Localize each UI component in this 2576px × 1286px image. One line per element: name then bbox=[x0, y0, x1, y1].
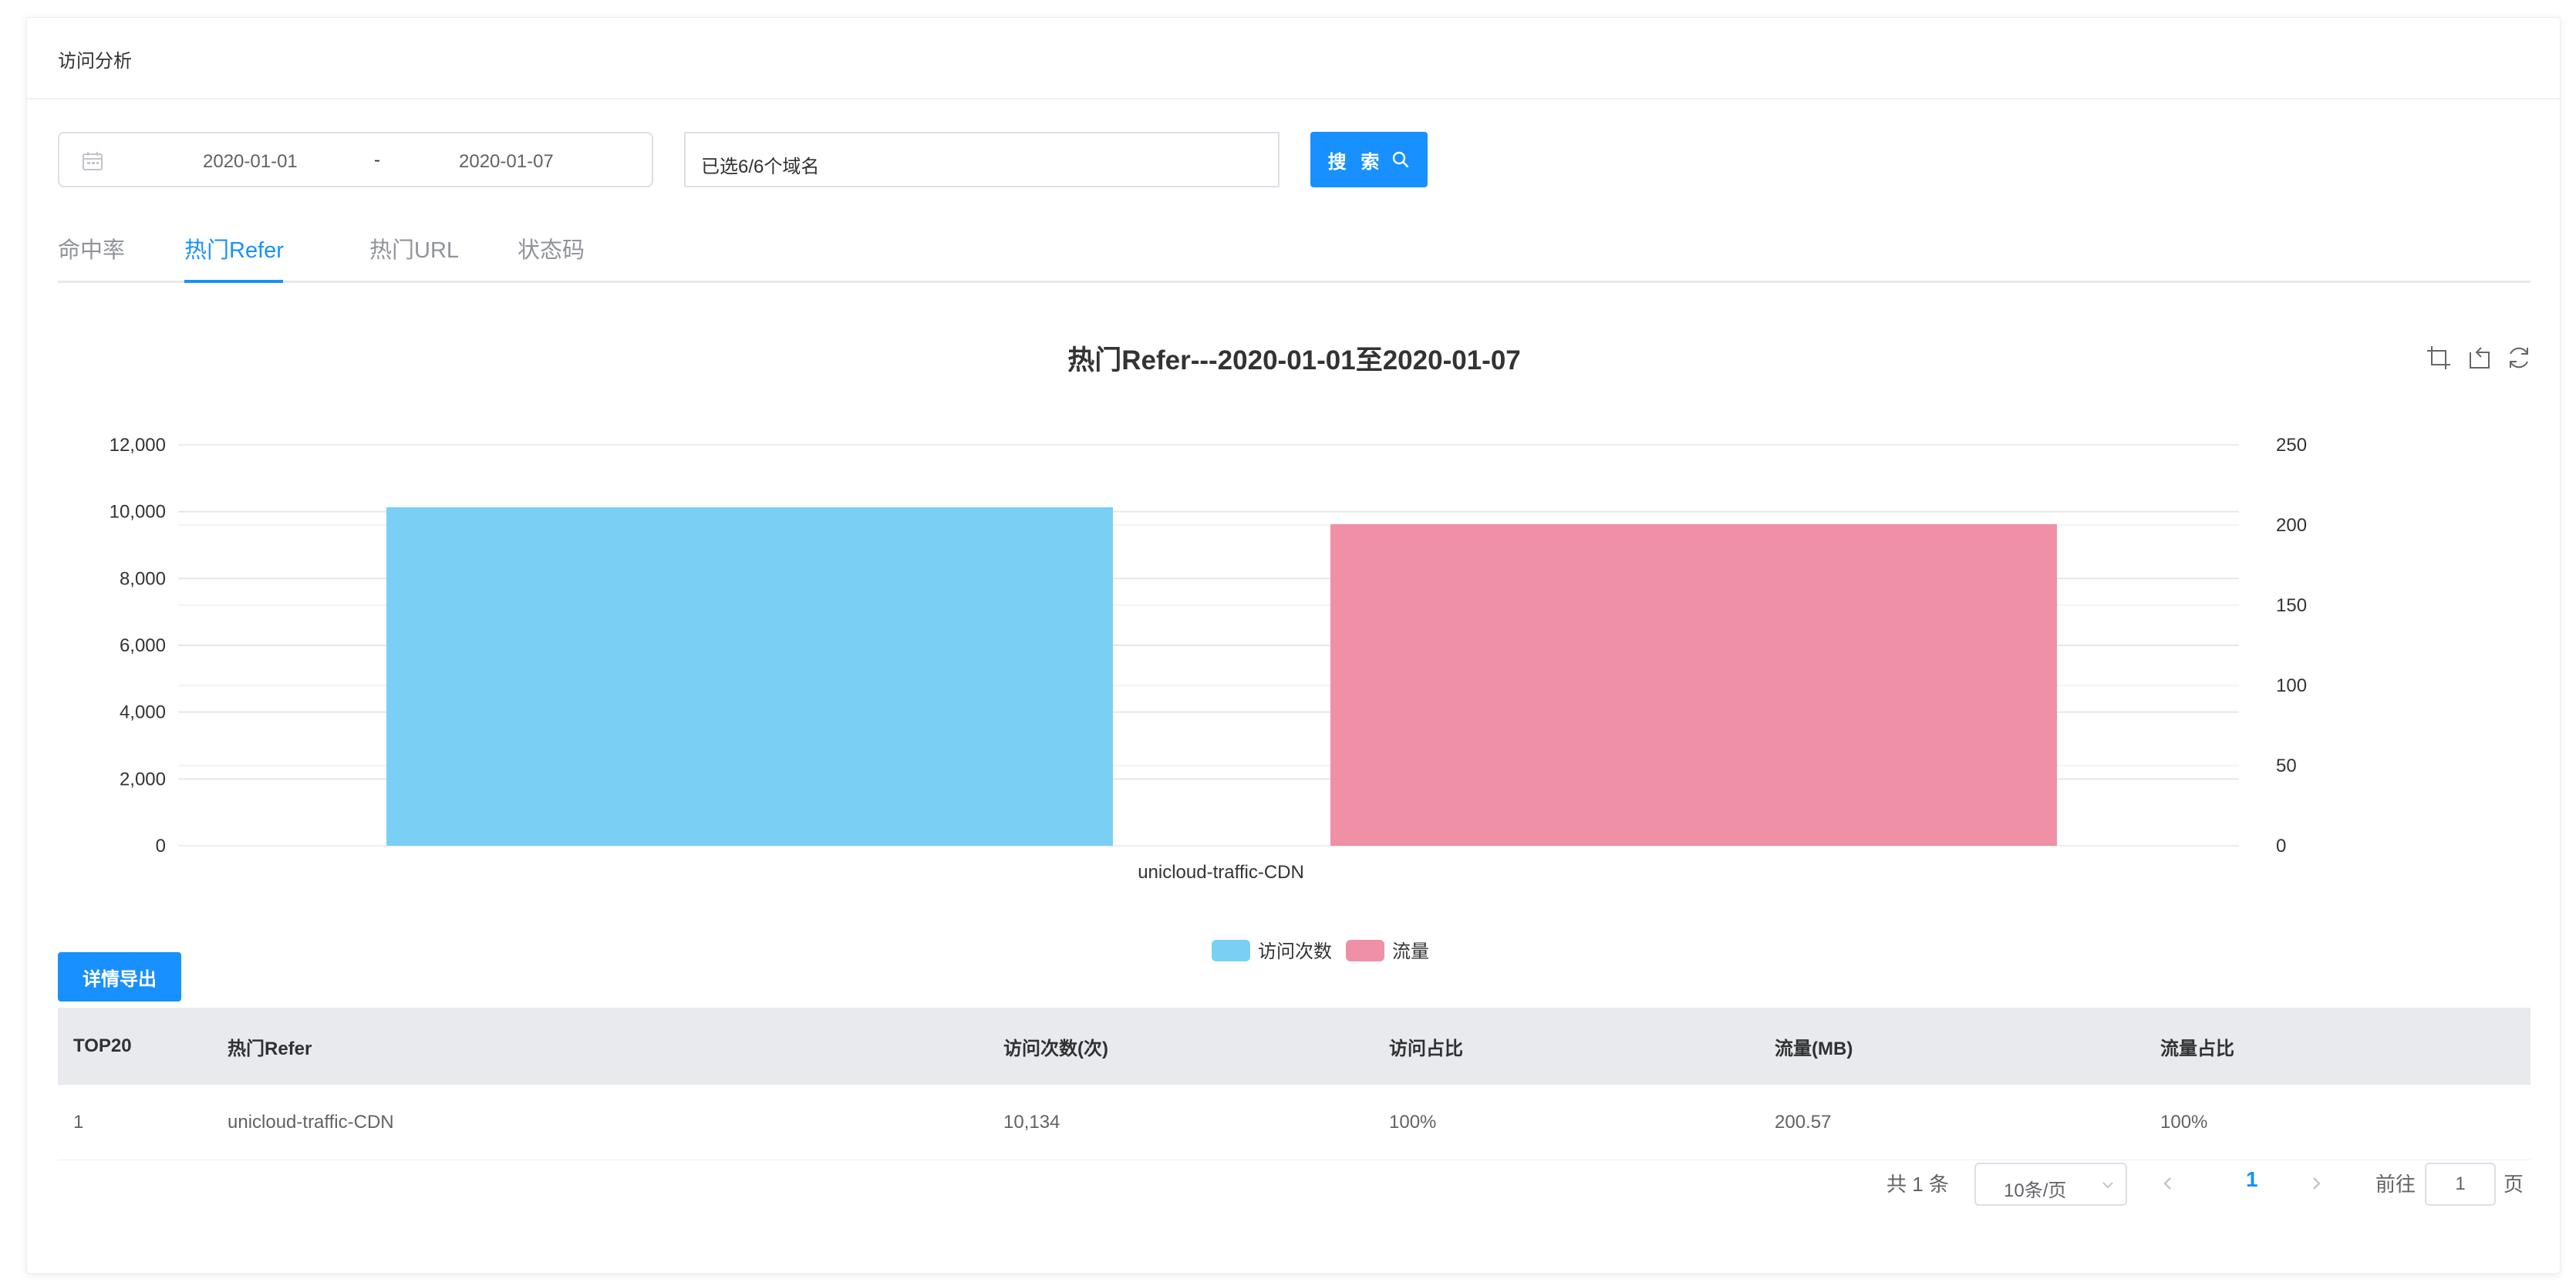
legend-label-visits: 访问次数 bbox=[1258, 941, 1332, 962]
date-range-picker[interactable]: 2020-01-01 - 2020-01-07 bbox=[58, 132, 653, 187]
table-cell: unicloud-traffic-CDN bbox=[228, 1111, 394, 1133]
column-header: 热门Refer bbox=[228, 1038, 312, 1059]
search-button[interactable]: 搜 索 bbox=[1310, 132, 1428, 187]
table-row: 1 unicloud-traffic-CDN 10,134 100% 200.5… bbox=[58, 1085, 2530, 1160]
tab-hot-url[interactable]: 热门URL bbox=[369, 234, 459, 283]
tab-hit-rate[interactable]: 命中率 bbox=[58, 234, 125, 283]
page-size-select[interactable]: 10条/页 bbox=[1974, 1163, 2127, 1206]
bar-chart: 0 2,000 4,000 6,000 8,000 10,000 12,000 0 50 100 1… bbox=[110, 435, 2307, 962]
column-header: TOP20 bbox=[73, 1035, 132, 1056]
start-date-input[interactable]: 2020-01-01 bbox=[203, 151, 298, 173]
page-title: 访问分析 bbox=[58, 51, 132, 72]
table-header: TOP20 热门Refer 访问次数(次) 访问占比 流量(MB) 流量占比 bbox=[58, 1008, 2530, 1085]
bar-traffic bbox=[1330, 523, 2057, 846]
y-left-tick-label: 2,000 bbox=[120, 769, 166, 789]
table-cell: 10,134 bbox=[1003, 1111, 1060, 1133]
date-separator: - bbox=[374, 150, 380, 170]
y-right-tick-label: 0 bbox=[2276, 836, 2286, 857]
y-left-tick-label: 6,000 bbox=[120, 635, 166, 656]
x-category-label: unicloud-traffic-CDN bbox=[1138, 862, 1304, 883]
tab-status-code[interactable]: 状态码 bbox=[518, 234, 585, 283]
table-cell: 200.57 bbox=[1775, 1111, 1832, 1133]
y-left-tick-label: 12,000 bbox=[110, 435, 166, 456]
tab-hot-refer[interactable]: 热门Refer bbox=[184, 234, 284, 283]
active-tab-indicator bbox=[184, 280, 283, 283]
y-left-tick-label: 0 bbox=[156, 836, 166, 857]
goto-label: 前往 bbox=[2375, 1173, 2416, 1196]
goto-page-input[interactable] bbox=[2425, 1163, 2496, 1206]
table-cell: 1 bbox=[73, 1111, 84, 1133]
y-left-tick-label: 10,000 bbox=[110, 502, 166, 523]
y-right-tick-label: 200 bbox=[2276, 515, 2307, 536]
table-cell: 100% bbox=[1389, 1111, 1437, 1133]
refer-table: TOP20 热门Refer 访问次数(次) 访问占比 流量(MB) 流量占比 1… bbox=[58, 1008, 2530, 1160]
chevron-down-icon bbox=[2102, 1182, 2113, 1189]
column-header: 流量占比 bbox=[2160, 1038, 2234, 1059]
crop-icon[interactable] bbox=[2426, 345, 2452, 371]
page-number-current[interactable]: 1 bbox=[2246, 1167, 2258, 1192]
column-header: 访问次数(次) bbox=[1003, 1038, 1108, 1059]
card-header: 访问分析 bbox=[27, 18, 2560, 99]
legend-label-traffic: 流量 bbox=[1392, 941, 1429, 962]
y-left-tick-label: 8,000 bbox=[120, 568, 166, 589]
y-right-tick-label: 250 bbox=[2276, 435, 2307, 456]
undo-crop-icon[interactable] bbox=[2466, 345, 2492, 371]
pagination-total: 共 1 条 bbox=[1886, 1173, 1949, 1196]
table-cell: 100% bbox=[2160, 1111, 2208, 1133]
legend-swatch-visits bbox=[1212, 940, 1250, 961]
analysis-card: 访问分析 2020-01-01 - 2020-01-07 已选6/6个域名 搜 … bbox=[26, 17, 2561, 1274]
tab-bar: 命中率 热门Refer 热门URL 状态码 bbox=[58, 234, 2530, 283]
y-right-tick-label: 100 bbox=[2276, 675, 2307, 696]
page-size-value: 10条/页 bbox=[2004, 1180, 2067, 1201]
y-right-tick-label: 150 bbox=[2276, 595, 2307, 616]
column-header: 访问占比 bbox=[1389, 1038, 1463, 1059]
search-icon bbox=[1393, 151, 1409, 168]
chart-title: 热门Refer---2020-01-01至2020-01-07 bbox=[1067, 345, 1521, 375]
prev-page-icon[interactable] bbox=[2156, 1172, 2180, 1195]
domain-select[interactable]: 已选6/6个域名 bbox=[684, 132, 1280, 187]
bar-visits bbox=[386, 507, 1113, 846]
domain-select-value: 已选6/6个域名 bbox=[701, 157, 820, 177]
y-right-tick-label: 50 bbox=[2276, 756, 2297, 776]
column-header: 流量(MB) bbox=[1775, 1038, 1853, 1059]
y-left-tick-label: 4,000 bbox=[120, 702, 166, 723]
search-button-label: 搜 索 bbox=[1327, 151, 1384, 173]
end-date-input[interactable]: 2020-01-07 bbox=[459, 151, 554, 173]
legend-swatch-traffic bbox=[1346, 940, 1384, 961]
export-details-button[interactable]: 详情导出 bbox=[58, 952, 181, 1002]
next-page-icon[interactable] bbox=[2305, 1172, 2328, 1195]
calendar-icon bbox=[83, 152, 103, 170]
refresh-icon[interactable] bbox=[2506, 345, 2532, 371]
goto-suffix: 页 bbox=[2504, 1173, 2524, 1196]
